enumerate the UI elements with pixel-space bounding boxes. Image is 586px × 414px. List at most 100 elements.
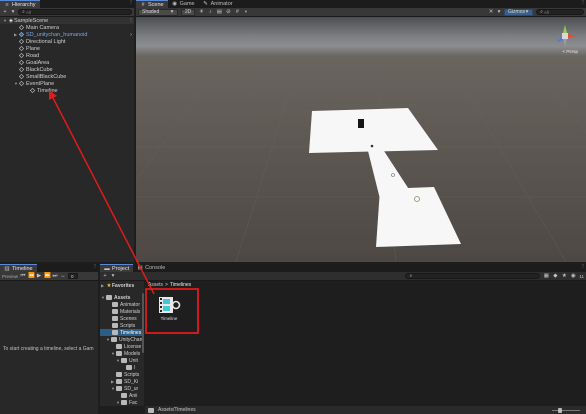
hierarchy-item-goalarea[interactable]: GoalArea <box>0 59 134 66</box>
folder-materials[interactable]: Materials <box>100 308 144 315</box>
hierarchy-item-eventplane[interactable]: ▼ EventPlane <box>0 80 134 87</box>
game-tab-icon: ◉ <box>172 1 178 7</box>
go-to-end-icon[interactable]: ⏭ <box>52 273 58 279</box>
scene-row[interactable]: ▼ ◈ SampleScene ⋮ <box>0 17 134 24</box>
folder-i[interactable]: I <box>100 364 144 371</box>
lighting-icon[interactable]: ☀ <box>198 9 204 15</box>
scene-menu-icon[interactable]: ⋮ <box>128 18 134 24</box>
tab-console[interactable]: ▤ Console <box>133 264 169 272</box>
timeline-asset[interactable]: Timeline <box>155 295 183 329</box>
more-options-icon[interactable]: ⋮ <box>580 0 586 6</box>
hierarchy-item-road[interactable]: Road <box>0 52 134 59</box>
hierarchy-item-plane[interactable]: Plane <box>0 45 134 52</box>
frame-field[interactable]: 0 <box>68 273 79 279</box>
star-filter-icon[interactable]: ★ <box>561 273 567 279</box>
scene-viewport[interactable]: < Persp <box>136 17 586 262</box>
add-icon[interactable]: + <box>102 273 108 279</box>
hierarchy-item-smallblackcube[interactable]: SmallBlackCube <box>0 73 134 80</box>
tab-scene[interactable]: # Scene <box>136 0 168 8</box>
hierarchy-item-blackcube[interactable]: BlackCube <box>0 66 134 73</box>
hidden-objects-icon[interactable]: ⊘ <box>225 9 231 15</box>
folder-anii[interactable]: Anii <box>100 392 144 399</box>
folder-fac[interactable]: ▼ Fac <box>100 399 144 406</box>
effects-icon[interactable]: ▤ <box>216 9 222 15</box>
more-options-icon[interactable]: ⋮ <box>580 264 586 270</box>
mode-2d-button[interactable]: 2D <box>181 8 196 16</box>
camera-settings-icon[interactable]: ◐ <box>243 9 249 15</box>
axis-gizmo-icon <box>556 25 576 47</box>
shading-mode-dropdown[interactable]: Shaded ▾ <box>138 8 178 16</box>
folder-icon <box>111 337 117 342</box>
folder-icon <box>126 365 132 370</box>
visibility-icon[interactable]: ◉ <box>570 273 576 279</box>
chevron-down-icon[interactable]: ▾ <box>11 9 15 15</box>
gizmos-dropdown[interactable]: Gizmos ▾ <box>504 8 533 16</box>
slider-handle[interactable] <box>558 407 562 413</box>
hierarchy-item-main-camera[interactable]: Main Camera <box>0 24 134 31</box>
tab-game[interactable]: ◉ Game <box>168 0 199 8</box>
project-toolbar: + ▾ ⌕ ▦ ◆ ★ ◉ 11 <box>100 272 586 281</box>
tab-hierarchy[interactable]: ≡ Hierarchy <box>0 0 40 8</box>
hierarchy-icon: ≡ <box>5 1 9 8</box>
orientation-gizmo[interactable]: < Persp <box>552 23 578 54</box>
chevron-right-icon[interactable]: › <box>128 32 134 38</box>
tools-icon[interactable]: ✕ <box>488 9 494 15</box>
grid-icon[interactable]: # <box>234 9 240 15</box>
folder-timelines[interactable]: Timelines <box>100 329 144 336</box>
perspective-label[interactable]: < Persp <box>552 49 578 54</box>
breadcrumb: Assets > Timelines <box>148 282 191 288</box>
more-options-icon[interactable]: ⋮ <box>128 0 134 6</box>
gameobject-icon <box>18 66 25 73</box>
folder-sd-ki[interactable]: ▶ SD_Ki <box>100 378 144 385</box>
gameobject-icon <box>18 80 25 87</box>
previous-frame-icon[interactable]: ⏪ <box>28 273 35 279</box>
scene-toolbar: Shaded ▾ 2D ☀ ♪ ▤ ⊘ # ◐ ✕ ▾ Gizmos ▾ ⌕ A… <box>136 8 586 17</box>
chevron-down-icon[interactable]: ▾ <box>497 9 501 15</box>
folder-icon <box>112 330 118 335</box>
project-asset-area: Assets > Timelines Timeline <box>145 281 586 406</box>
tree-scrollbar[interactable] <box>142 293 144 353</box>
preview-button[interactable]: Preview <box>2 274 18 279</box>
folder-sd-ur[interactable]: ▼ SD_ur <box>100 385 144 392</box>
folder-unitychan[interactable]: ▼ UnityChan <box>100 336 144 343</box>
timeline-asset-icon <box>159 297 181 313</box>
folder-models[interactable]: ▼ Models <box>100 350 144 357</box>
play-range-icon[interactable]: ↔ <box>60 273 66 279</box>
hierarchy-search-input[interactable]: ⌕ All <box>18 9 132 15</box>
chevron-down-icon[interactable]: ▾ <box>111 273 115 279</box>
hierarchy-item-directional-light[interactable]: Directional Light <box>0 38 134 45</box>
chevron-down-icon: ▾ <box>525 9 529 15</box>
folder-animator[interactable]: Animator <box>100 301 144 308</box>
filter-type-icon[interactable]: ▦ <box>543 273 549 279</box>
project-search-input[interactable]: ⌕ <box>405 273 541 279</box>
chevron-down-icon: ▾ <box>170 9 174 15</box>
folder-scripts[interactable]: Scripts <box>100 322 144 329</box>
folder-icon <box>121 358 127 363</box>
scene-view-panel: # Scene ◉ Game ✎ Animator ⋮ Shaded ▾ 2D … <box>136 0 586 17</box>
tab-animator[interactable]: ✎ Animator <box>199 0 237 8</box>
folder-scenes[interactable]: Scenes <box>100 315 144 322</box>
scene-search-input[interactable]: ⌕ All <box>536 9 584 15</box>
tab-timeline[interactable]: ▥ Timeline <box>0 264 37 272</box>
search-icon: ⌕ <box>409 273 413 278</box>
folder-scripts-2[interactable]: Scripts <box>100 371 144 378</box>
folder-icon <box>116 379 122 384</box>
add-icon[interactable]: + <box>2 9 8 15</box>
icon-size-slider[interactable] <box>552 407 580 413</box>
go-to-start-icon[interactable]: ⏮ <box>20 273 26 279</box>
folder-unit[interactable]: ▼ Unit <box>100 357 144 364</box>
breadcrumb-assets[interactable]: Assets <box>148 282 163 288</box>
folder-license[interactable]: License <box>100 343 144 350</box>
more-options-icon[interactable]: ⋮ <box>92 264 98 270</box>
breadcrumb-timelines[interactable]: Timelines <box>170 282 191 288</box>
filter-label-icon[interactable]: ◆ <box>552 273 558 279</box>
tab-project[interactable]: ▬ Project <box>100 264 134 272</box>
play-icon[interactable]: ▶ <box>36 273 42 279</box>
favorites-row[interactable]: ▶ ★ Favorites <box>100 282 144 289</box>
timeline-tab-icon: ▥ <box>4 265 10 272</box>
hierarchy-item-unitychan[interactable]: ▶ SD_unitychan_humanoid › <box>0 31 134 38</box>
next-frame-icon[interactable]: ⏩ <box>44 273 51 279</box>
hierarchy-item-timeline[interactable]: Timeline <box>0 87 134 94</box>
folder-assets[interactable]: ▼ Assets <box>100 294 144 301</box>
audio-icon[interactable]: ♪ <box>207 9 213 15</box>
